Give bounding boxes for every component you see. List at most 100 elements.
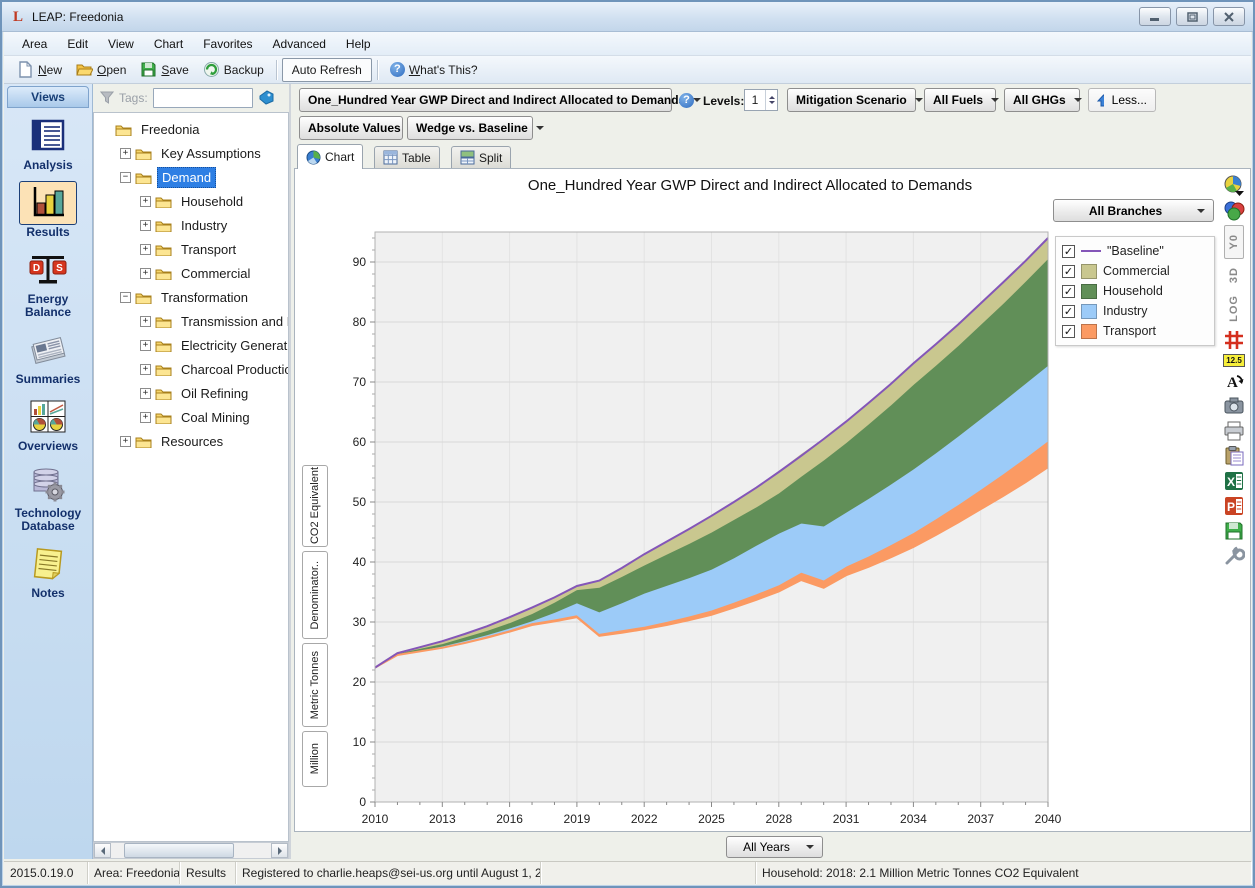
tree-horizontal-scrollbar[interactable] (93, 842, 289, 859)
tab-bar: Chart Table Split (293, 144, 1251, 168)
result-variable-dropdown[interactable]: One_Hundred Year GWP Direct and Indirect… (299, 88, 672, 112)
tree-node-charcoal-productio[interactable]: +Charcoal Productio (94, 357, 288, 381)
levels-spinner[interactable]: 1 (744, 89, 778, 111)
tab-label: Chart (325, 150, 354, 164)
sidebar-item-analysis[interactable]: Analysis (4, 114, 92, 172)
open-button[interactable]: Open (69, 58, 133, 81)
sidebar-item-overviews[interactable]: Overviews (4, 395, 92, 453)
tree-node-transformation[interactable]: −Transformation (94, 285, 288, 309)
chart-settings-button[interactable] (1222, 545, 1246, 567)
scroll-left-button[interactable] (94, 843, 111, 858)
svg-text:S: S (56, 263, 63, 274)
menu-edit[interactable]: Edit (57, 33, 98, 55)
tree-node-coal-mining[interactable]: +Coal Mining (94, 405, 288, 429)
copy-image-button[interactable] (1222, 395, 1246, 417)
less-options-button[interactable]: Less... (1088, 88, 1156, 112)
decimal-places-button[interactable]: 12.5 (1222, 354, 1246, 367)
status-bar: 2015.0.19.0 Area: Freedonia Results Regi… (4, 861, 1251, 884)
chart-mode-dropdown[interactable]: Wedge vs. Baseline (407, 116, 533, 140)
expand-icon[interactable]: + (120, 436, 131, 447)
menu-help[interactable]: Help (336, 33, 381, 55)
menu-advanced[interactable]: Advanced (263, 33, 336, 55)
menu-chart[interactable]: Chart (144, 33, 193, 55)
tree-node-demand[interactable]: −Demand (94, 165, 288, 189)
save-chart-button[interactable] (1222, 520, 1246, 542)
tree-node-transport[interactable]: +Transport (94, 237, 288, 261)
rotate-labels-button[interactable]: A (1222, 370, 1246, 392)
tree-node-household[interactable]: +Household (94, 189, 288, 213)
menu-favorites[interactable]: Favorites (193, 33, 262, 55)
tab-table[interactable]: Table (374, 146, 440, 168)
tree-node-industry[interactable]: +Industry (94, 213, 288, 237)
expand-icon[interactable]: + (140, 340, 151, 351)
gridlines-toggle[interactable] (1222, 329, 1246, 351)
minimize-button[interactable] (1139, 7, 1171, 26)
result-help-icon[interactable]: ? (679, 93, 694, 108)
color-scheme-icon[interactable] (1222, 200, 1246, 222)
tree-node-electricity-generati[interactable]: +Electricity Generati (94, 333, 288, 357)
backup-button[interactable]: Backup (196, 58, 271, 81)
print-button[interactable] (1222, 420, 1246, 442)
tab-split[interactable]: Split (451, 146, 511, 168)
expand-icon[interactable]: + (140, 220, 151, 231)
ghgs-dropdown[interactable]: All GHGs (1004, 88, 1080, 112)
overviews-icon (28, 399, 68, 435)
expand-icon[interactable]: + (140, 244, 151, 255)
y-origin-toggle[interactable]: Y0 (1222, 225, 1246, 259)
expand-icon[interactable]: + (140, 412, 151, 423)
scenario-dropdown[interactable]: Mitigation Scenario (787, 88, 916, 112)
expand-icon[interactable]: + (140, 196, 151, 207)
folder-icon (155, 387, 172, 400)
tree-node-transmission-and-d[interactable]: +Transmission and D (94, 309, 288, 333)
sidebar-item-results[interactable]: Results (4, 181, 92, 239)
collapse-icon[interactable]: − (120, 172, 131, 183)
collapse-icon[interactable]: − (120, 292, 131, 303)
tree-node-key-assumptions[interactable]: +Key Assumptions (94, 141, 288, 165)
auto-refresh-toggle[interactable]: Auto Refresh (282, 58, 372, 82)
expand-icon[interactable]: + (140, 268, 151, 279)
legend-label: Transport (1103, 324, 1156, 338)
sidebar-item-energy-balance[interactable]: DSEnergy Balance (4, 248, 92, 319)
close-button[interactable] (1213, 7, 1245, 26)
branches-dropdown[interactable]: All Branches (1053, 199, 1214, 222)
tree-node-commercial[interactable]: +Commercial (94, 261, 288, 285)
tag-icon[interactable] (258, 90, 275, 105)
tree-node-resources[interactable]: +Resources (94, 429, 288, 453)
restore-button[interactable] (1176, 7, 1208, 26)
tab-label: Split (479, 151, 502, 165)
export-powerpoint-button[interactable]: P (1222, 495, 1246, 517)
tags-input[interactable] (153, 88, 253, 108)
values-mode-dropdown[interactable]: Absolute Values (299, 116, 403, 140)
chart-type-gallery-icon[interactable] (1222, 175, 1246, 197)
years-dropdown[interactable]: All Years (726, 836, 823, 858)
expand-icon[interactable]: + (140, 388, 151, 399)
3d-toggle[interactable]: 3D (1222, 262, 1246, 288)
folder-icon (135, 147, 152, 160)
save-button[interactable]: Save (133, 58, 195, 81)
summaries-icon (28, 332, 68, 368)
sidebar-item-summaries[interactable]: Summaries (4, 328, 92, 386)
svg-text:2022: 2022 (631, 812, 658, 826)
svg-text:40: 40 (353, 555, 367, 569)
paste-button[interactable] (1222, 445, 1246, 467)
expand-icon[interactable]: + (140, 316, 151, 327)
scroll-thumb[interactable] (124, 843, 234, 858)
expand-icon[interactable]: + (120, 148, 131, 159)
sidebar-item-technology-database[interactable]: Technology Database (4, 462, 92, 533)
whats-this-button[interactable]: ? What's This? (383, 59, 485, 80)
scroll-right-button[interactable] (271, 843, 288, 858)
svg-text:A: A (1227, 375, 1238, 391)
export-excel-button[interactable]: X (1222, 470, 1246, 492)
fuels-dropdown[interactable]: All Fuels (924, 88, 996, 112)
log-scale-toggle[interactable]: LOG (1222, 291, 1246, 326)
expand-icon[interactable]: + (140, 364, 151, 375)
tab-chart[interactable]: Chart (297, 144, 363, 169)
tree-node-freedonia[interactable]: Freedonia (94, 117, 288, 141)
scroll-track[interactable] (111, 843, 271, 858)
menu-view[interactable]: View (98, 33, 144, 55)
backup-arrow-icon (203, 61, 220, 78)
tree-node-oil-refining[interactable]: +Oil Refining (94, 381, 288, 405)
new-button[interactable]: New (10, 58, 69, 81)
menu-area[interactable]: Area (12, 33, 57, 55)
sidebar-item-notes[interactable]: Notes (4, 542, 92, 600)
